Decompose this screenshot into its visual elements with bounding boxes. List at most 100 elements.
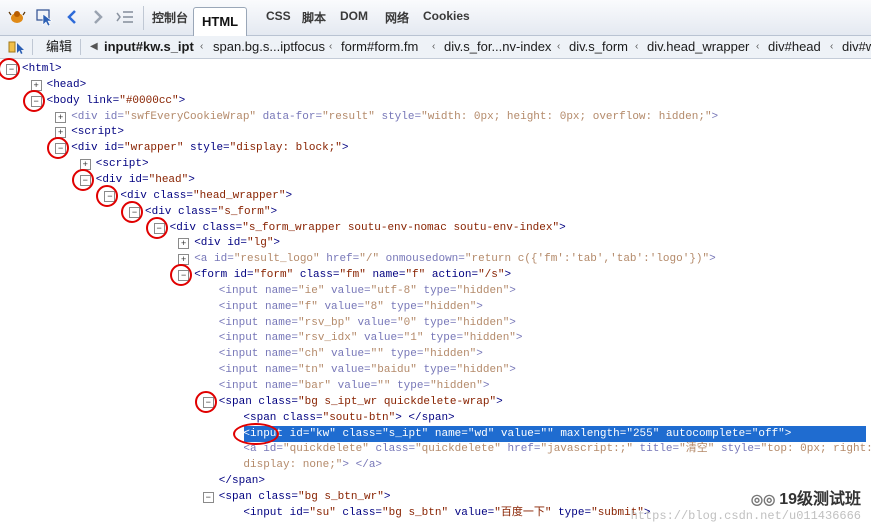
dom-node-row[interactable]: + <div id="swfEveryCookieWrap" data-for="…	[0, 109, 871, 125]
expand-node-icon[interactable]: +	[178, 238, 190, 250]
tab-cookies[interactable]: Cookies	[423, 9, 470, 23]
markup-token: "255"	[626, 427, 660, 440]
dom-node-row[interactable]: <a id="quickdelete" class="quickdelete" …	[0, 441, 871, 457]
dom-node-row[interactable]: − <div class="s_form_wrapper soutu-env-no…	[0, 220, 871, 236]
dom-node-row[interactable]: − <html>	[0, 61, 871, 77]
dom-node-row[interactable]: <input name="bar" value="" type="hidden"…	[0, 378, 871, 394]
breadcrumb-item[interactable]: input#kw.s_ipt	[104, 36, 194, 58]
markup-token: "width: 0px; height: 0px; overflow: hidd…	[421, 110, 712, 123]
markup-token: value=	[448, 506, 495, 519]
tab-script[interactable]: 脚本	[302, 9, 326, 26]
inspect-element-icon[interactable]	[8, 36, 26, 58]
firebug-bug-icon[interactable]	[6, 6, 28, 28]
breadcrumb-item[interactable]: div.s_for...nv-index	[444, 36, 551, 58]
dom-node-row[interactable]: − <span class="bg s_ipt_wr quickdelete-wr…	[0, 394, 871, 410]
markup-token: <input	[218, 348, 266, 361]
tab-html[interactable]: HTML	[193, 7, 248, 36]
markup-token: "off"	[751, 427, 785, 440]
dom-node-markup: <input name="rsv_idx" value="1" type="hi…	[219, 330, 523, 346]
breadcrumb-item[interactable]: div#w	[842, 36, 871, 58]
dom-tree-panel: − <html> + <head> − <body link="#0000cc"> + <di…	[0, 58, 871, 529]
edit-button[interactable]: 编辑	[46, 36, 72, 58]
inspect-pointer-icon[interactable]	[34, 6, 56, 28]
breadcrumb-separator-icon: ‹	[557, 41, 561, 52]
markup-token: "form"	[253, 269, 294, 282]
markup-token: name=	[265, 332, 299, 345]
dom-node-markup: <input id="kw" class="s_ipt" name="wd" v…	[243, 426, 791, 442]
dom-node-row[interactable]: <input name="rsv_idx" value="1" type="hi…	[0, 330, 871, 346]
markup-token: <input	[218, 364, 266, 377]
breadcrumb-item[interactable]: div.s_form	[569, 36, 628, 58]
dom-node-row[interactable]: + <a id="result_logo" href="/" onmousedow…	[0, 251, 871, 267]
markup-token: "hidden"	[463, 332, 516, 345]
tab-css[interactable]: CSS	[266, 9, 291, 23]
breadcrumb-separator-icon: ‹	[200, 41, 204, 52]
breadcrumb-item[interactable]: span.bg.s...iptfocus	[213, 36, 325, 58]
markup-token: link=	[86, 94, 120, 107]
dom-node-markup: <input name="rsv_bp" value="0" type="hid…	[219, 315, 516, 331]
dom-node-row[interactable]: + <script>	[0, 156, 871, 172]
markup-token: id=	[214, 253, 234, 266]
dom-node-markup: <script>	[71, 124, 124, 140]
markup-token: "hidden"	[423, 300, 477, 313]
forward-arrow-icon[interactable]	[88, 6, 108, 28]
markup-token: "display: block;"	[229, 142, 342, 155]
markup-token: "0"	[397, 316, 417, 329]
dom-node-row[interactable]: <input name="rsv_bp" value="0" type="hid…	[0, 315, 871, 331]
markup-token: > </a>	[342, 459, 383, 472]
breadcrumb-scroll-left-icon[interactable]: ◀	[90, 41, 98, 52]
markup-token: <html>	[22, 63, 62, 75]
dom-node-markup: <body link="#0000cc">	[47, 93, 186, 109]
markup-token: href=	[500, 443, 541, 456]
breadcrumb-item[interactable]: div.head_wrapper	[647, 36, 749, 58]
dom-node-row-selected[interactable]: <input id="kw" class="s_ipt" name="wd" v…	[243, 425, 866, 442]
markup-token: value=	[324, 348, 371, 361]
breadcrumb-item[interactable]: form#form.fm	[341, 36, 418, 58]
dom-node-row[interactable]: − <div id="head">	[0, 172, 871, 188]
collapse-node-icon[interactable]: −	[202, 491, 214, 503]
markup-token: <a	[194, 253, 214, 266]
markup-token: <input	[218, 380, 266, 392]
dom-node-markup: <input name="ie" value="utf-8" type="hid…	[219, 283, 516, 299]
dom-node-row[interactable]: <input name="ch" value="" type="hidden">	[0, 346, 871, 362]
dom-node-row[interactable]: + <head>	[0, 77, 871, 93]
expand-node-icon[interactable]: +	[55, 111, 67, 123]
markup-token: "su"	[309, 506, 336, 519]
markup-token: class=	[283, 411, 323, 424]
markup-token: >	[482, 380, 490, 392]
markup-token: type=	[383, 348, 424, 361]
markup-token: name=	[265, 316, 299, 329]
breadcrumb-separator-icon: ‹	[329, 41, 333, 52]
back-arrow-icon[interactable]	[62, 6, 82, 28]
breadcrumb-item[interactable]: div#head	[768, 36, 821, 58]
dom-node-markup: <input name="bar" value="" type="hidden"…	[219, 378, 490, 394]
markup-token: <div	[120, 189, 154, 202]
markup-token: value=	[357, 332, 404, 345]
dom-node-row[interactable]: + <div id="lg">	[0, 235, 871, 251]
dom-node-row[interactable]: <input name="tn" value="baidu" type="hid…	[0, 362, 871, 378]
markup-token: <a	[243, 443, 264, 456]
dom-node-row[interactable]: <input name="f" value="8" type="hidden">	[0, 299, 871, 315]
panel-menu-icon[interactable]	[114, 6, 136, 28]
dom-node-row[interactable]: display: none;"> </a>	[0, 457, 871, 473]
dom-node-row[interactable]: <span class="soutu-btn"> </span>	[0, 410, 871, 426]
markup-token: value=	[317, 300, 365, 313]
dom-node-row[interactable]: − <form id="form" class="fm" name="f" act…	[0, 267, 871, 283]
dom-node-row[interactable]: <input name="ie" value="utf-8" type="hid…	[0, 283, 871, 299]
dom-node-row[interactable]: + <script>	[0, 124, 871, 140]
tab-dom[interactable]: DOM	[340, 9, 368, 23]
markup-token: "ie"	[298, 284, 325, 297]
markup-token: >	[515, 332, 523, 345]
markup-token: >	[496, 395, 503, 408]
markup-token: >	[504, 269, 512, 282]
tab-console[interactable]: 控制台	[152, 9, 188, 26]
markup-token: <div	[71, 142, 105, 155]
markup-token: action=	[425, 269, 479, 282]
dom-node-markup: <div class="head_wrapper">	[120, 188, 292, 204]
markup-token: >	[341, 142, 349, 155]
dom-node-row[interactable]: − <body link="#0000cc">	[0, 93, 871, 109]
dom-node-row[interactable]: − <div id="wrapper" style="display: block…	[0, 140, 871, 156]
markup-token: "bar"	[298, 380, 332, 392]
markup-token: value=	[494, 427, 541, 440]
tab-net[interactable]: 网络	[385, 9, 409, 26]
